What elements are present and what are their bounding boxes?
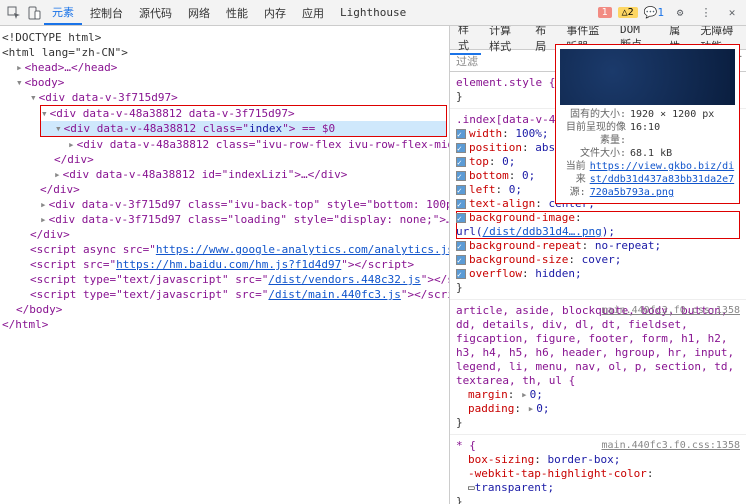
tab-console[interactable]: 控制台 xyxy=(82,0,131,25)
preview-size: 1920 × 1200 px xyxy=(630,108,714,121)
bg-image-prop[interactable]: background-image: url(/dist/ddb31d4….png… xyxy=(456,211,740,239)
error-badge[interactable]: 1 xyxy=(598,7,612,18)
tab-performance[interactable]: 性能 xyxy=(218,0,256,25)
msg-badge[interactable]: 💬1 xyxy=(644,6,664,19)
inspect-icon[interactable] xyxy=(6,5,22,21)
rule-star[interactable]: main.440fc3.f0.css:1358 * { box-sizing: … xyxy=(450,435,746,504)
preview-src[interactable]: https://view.gkbo.biz/dist/ddb31d437a83b… xyxy=(590,160,735,199)
tab-memory[interactable]: 内存 xyxy=(256,0,294,25)
cb[interactable] xyxy=(456,171,466,181)
head-node[interactable]: <head>…</head> xyxy=(25,61,118,74)
tab-elements[interactable]: 元素 xyxy=(44,0,82,25)
cb[interactable] xyxy=(456,157,466,167)
baidu-link[interactable]: https://hm.baidu.com/hm.js?f1d4d97 xyxy=(116,258,341,271)
html-open[interactable]: <html lang="zh-CN"> xyxy=(2,45,447,60)
tab-sources[interactable]: 源代码 xyxy=(131,0,180,25)
vendors-link[interactable]: /dist/vendors.448c32.js xyxy=(268,273,420,286)
devtools-toolbar: 元素 控制台 源代码 网络 性能 内存 应用 Lighthouse 1 △2 💬… xyxy=(0,0,746,26)
cb[interactable] xyxy=(456,241,466,251)
ga-link[interactable]: https://www.google-analytics.com/analyti… xyxy=(156,243,450,256)
loading-div[interactable]: <div data-v-3f715d97 class="loading" sty… xyxy=(49,213,450,226)
main-tabs: 元素 控制台 源代码 网络 性能 内存 应用 Lighthouse xyxy=(44,0,414,25)
cb[interactable] xyxy=(456,213,466,223)
close-div3[interactable]: </div> xyxy=(30,228,70,241)
lizi-div[interactable]: <div data-v-48a38812 id="indexLizi">…</d… xyxy=(63,168,348,181)
body-open[interactable]: <body> xyxy=(25,76,65,89)
close-div1[interactable]: </div> xyxy=(54,153,94,166)
cb[interactable] xyxy=(456,185,466,195)
filter-input[interactable]: 过滤 xyxy=(456,53,478,69)
tab-lighthouse[interactable]: Lighthouse xyxy=(332,0,414,25)
cb[interactable] xyxy=(456,199,466,209)
html-close[interactable]: </html> xyxy=(2,318,48,331)
doctype[interactable]: <!DOCTYPE html> xyxy=(2,30,447,45)
src-link[interactable]: main.440fc3.f0.css:1358 xyxy=(602,304,740,318)
cb[interactable] xyxy=(456,143,466,153)
main-link[interactable]: /dist/main.440fc3.js xyxy=(268,288,400,301)
warn-badge[interactable]: △2 xyxy=(618,7,638,18)
selected-node[interactable]: ▾<div data-v-48a38812 class="index"> == … xyxy=(41,121,446,136)
outer-div[interactable]: <div data-v-48a38812 data-v-3f715d97> xyxy=(50,107,295,120)
device-icon[interactable] xyxy=(26,5,42,21)
app-div[interactable]: <div data-v-3f715d97> xyxy=(39,91,178,104)
tab-application[interactable]: 应用 xyxy=(294,0,332,25)
backtop-div[interactable]: <div data-v-3f715d97 class="ivu-back-top… xyxy=(49,198,450,211)
cb[interactable] xyxy=(456,129,466,139)
rule-reset[interactable]: main.440fc3.f0.css:1358 article, aside, … xyxy=(450,300,746,435)
gear-icon[interactable]: ⚙ xyxy=(672,5,688,21)
image-preview: 固有的大小:1920 × 1200 px 目前呈现的像素量:16:10 文件大小… xyxy=(555,44,740,204)
tab-network[interactable]: 网络 xyxy=(180,0,218,25)
body-close[interactable]: </body> xyxy=(16,303,62,316)
dom-tree[interactable]: <!DOCTYPE html> <html lang="zh-CN"> ▸<he… xyxy=(0,26,450,504)
close-icon[interactable]: ✕ xyxy=(724,5,740,21)
preview-fsize: 68.1 kB xyxy=(630,147,672,160)
close-div2[interactable]: </div> xyxy=(40,183,80,196)
highlighted-nodes: ▾<div data-v-48a38812 data-v-3f715d97> ▾… xyxy=(40,105,447,137)
cb[interactable] xyxy=(456,269,466,279)
preview-thumb xyxy=(560,49,735,105)
flex-row[interactable]: <div data-v-48a38812 class="ivu-row-flex… xyxy=(77,138,450,151)
toolbar-right: 1 △2 💬1 ⚙ ⋮ ✕ xyxy=(598,5,742,21)
kebab-icon[interactable]: ⋮ xyxy=(698,5,714,21)
preview-rend: 16:10 xyxy=(630,121,660,147)
cb[interactable] xyxy=(456,255,466,265)
src-link[interactable]: main.440fc3.f0.css:1358 xyxy=(602,439,740,453)
